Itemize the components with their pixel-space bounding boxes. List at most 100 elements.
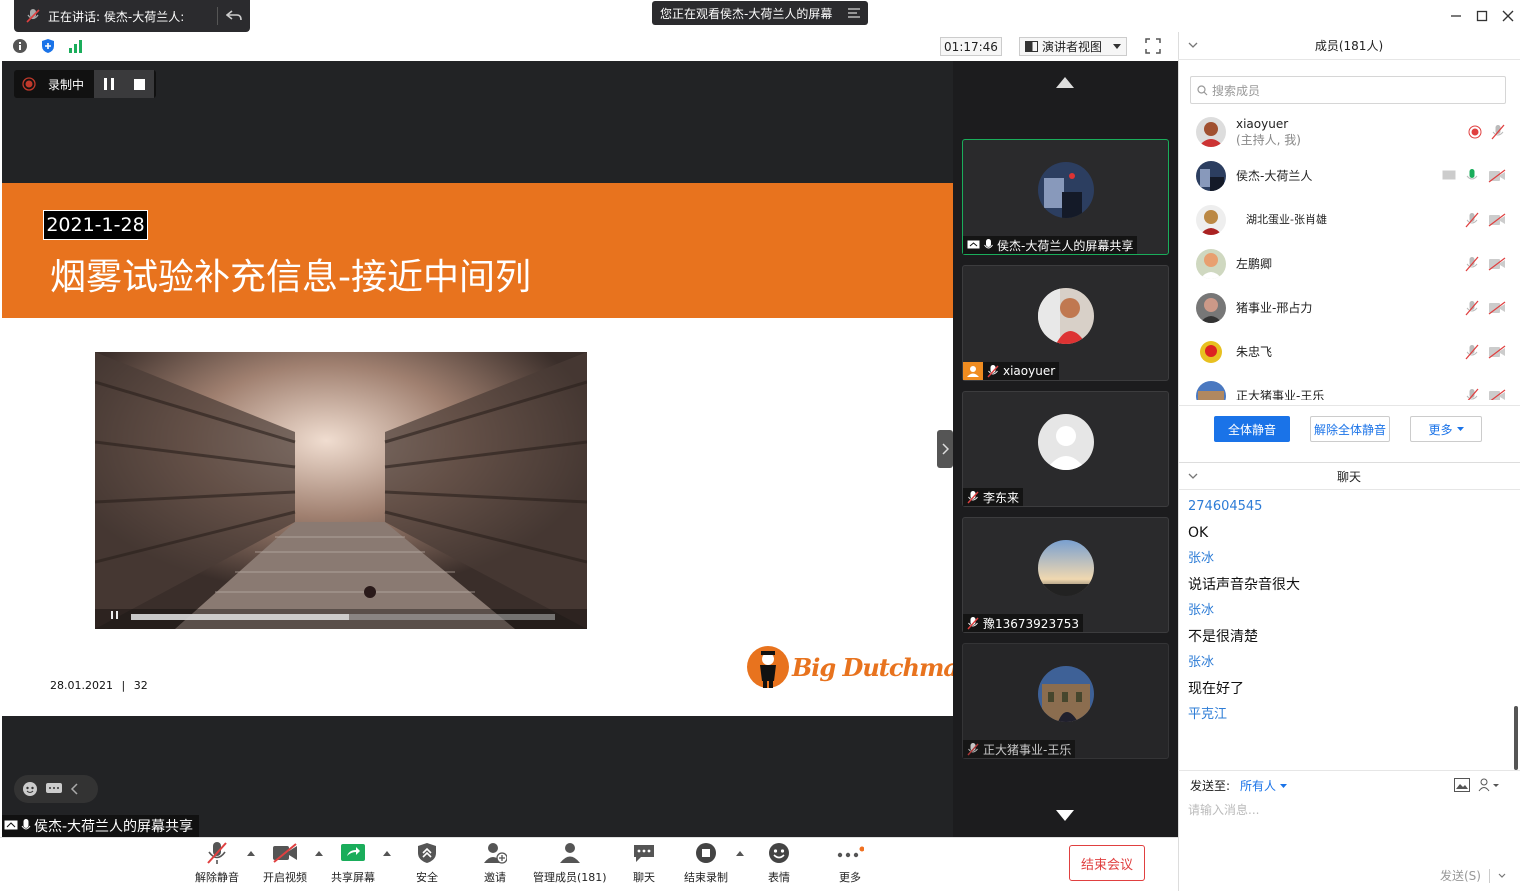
mute-all-button[interactable]: 全体静音: [1214, 416, 1290, 442]
back-arrow-icon[interactable]: [226, 9, 242, 23]
end-meeting-button[interactable]: 结束会议: [1069, 845, 1145, 881]
chat-scrollbar[interactable]: [1514, 706, 1518, 770]
screen-share-icon: [1442, 170, 1456, 182]
tile-label: 侯杰-大荷兰人的屏幕共享: [963, 236, 1138, 254]
unmute-all-button[interactable]: 解除全体静音: [1310, 416, 1390, 442]
chat-bubble-icon[interactable]: [46, 782, 62, 796]
chat-header: 聊天: [1178, 462, 1520, 490]
chevron-down-icon[interactable]: [1188, 42, 1198, 48]
gallery-tile[interactable]: 正大猪事业-王乐: [962, 643, 1169, 759]
file-share-icon[interactable]: [1478, 778, 1500, 792]
gallery-tile[interactable]: 豫13673923753: [962, 517, 1169, 633]
viewing-banner[interactable]: 您正在观看侯杰-大荷兰人的屏幕: [652, 1, 868, 25]
muted-mic-icon[interactable]: [1464, 256, 1480, 272]
stop-recording-toolbar-button[interactable]: 结束录制: [684, 841, 728, 885]
chat-sender[interactable]: 张冰: [1188, 650, 1508, 676]
caret-down-icon: [1113, 44, 1121, 49]
security-label: 安全: [416, 871, 438, 884]
member-item[interactable]: 正大猪事业-王乐: [1196, 376, 1512, 400]
avatar: [1196, 249, 1226, 279]
video-off-icon[interactable]: [1488, 301, 1506, 315]
member-item[interactable]: 湖北蛋业-张肖雄: [1196, 200, 1512, 240]
close-icon[interactable]: [1502, 10, 1514, 22]
share-screen-button[interactable]: 共享屏幕: [331, 841, 375, 885]
pause-recording-button[interactable]: [94, 70, 125, 98]
video-off-icon[interactable]: [1488, 389, 1506, 400]
image-icon[interactable]: [1454, 778, 1470, 792]
search-icon: [1197, 84, 1208, 96]
embedded-video[interactable]: [95, 352, 587, 629]
divider: [1488, 868, 1490, 883]
view-mode-select[interactable]: 演讲者视图: [1019, 37, 1127, 56]
gallery-tile[interactable]: xiaoyuer: [962, 265, 1169, 381]
video-off-icon[interactable]: [1488, 345, 1506, 359]
chevron-down-icon[interactable]: [1188, 473, 1198, 479]
muted-mic-icon[interactable]: [1464, 212, 1480, 228]
muted-mic-icon[interactable]: [1464, 388, 1480, 400]
tile-name: 豫13673923753: [983, 616, 1079, 631]
video-off-icon[interactable]: [1488, 213, 1506, 227]
chevron-down-icon[interactable]: [1498, 873, 1506, 878]
member-search-input[interactable]: 搜索成员: [1190, 76, 1506, 104]
caret-up-icon[interactable]: [247, 851, 255, 856]
avatar: [1038, 414, 1094, 470]
shield-icon[interactable]: [40, 38, 56, 54]
muted-mic-icon[interactable]: [1464, 344, 1480, 360]
video-off-icon[interactable]: [1488, 169, 1506, 183]
caret-up-icon[interactable]: [736, 851, 744, 856]
member-item[interactable]: 猪事业-邢占力: [1196, 288, 1512, 328]
send-button[interactable]: 发送(S): [1440, 867, 1506, 884]
chat-sender[interactable]: 张冰: [1188, 546, 1508, 572]
member-item[interactable]: 侯杰-大荷兰人: [1196, 156, 1512, 196]
maximize-icon[interactable]: [1476, 10, 1488, 22]
send-to-select[interactable]: 所有人: [1240, 777, 1288, 794]
invite-button[interactable]: 邀请: [483, 841, 507, 885]
unmute-button[interactable]: 解除静音: [195, 841, 239, 885]
muted-mic-icon[interactable]: [1490, 124, 1506, 140]
muted-mic-icon[interactable]: [1464, 300, 1480, 316]
gallery-tile[interactable]: 侯杰-大荷兰人的屏幕共享: [962, 139, 1169, 255]
chat-message: 现在好了: [1188, 681, 1244, 697]
big-dutchman-logo: Big Dutchman: [746, 643, 975, 691]
video-off-icon[interactable]: [1488, 257, 1506, 271]
chat-sender[interactable]: 张冰: [1188, 598, 1508, 624]
fullscreen-icon[interactable]: [1145, 38, 1161, 54]
view-options-icon[interactable]: [848, 8, 860, 18]
caret-up-icon[interactable]: [383, 851, 391, 856]
mic-icon[interactable]: [1464, 168, 1480, 184]
scroll-up-icon[interactable]: [1056, 77, 1074, 88]
chat-sender[interactable]: 274604545: [1188, 494, 1508, 520]
chevron-left-icon[interactable]: [70, 783, 78, 795]
member-name: 左鹏卿: [1236, 257, 1273, 271]
scroll-down-icon[interactable]: [1056, 810, 1074, 821]
muted-mic-icon: [26, 8, 40, 24]
avatar: [1038, 162, 1094, 218]
chat-button[interactable]: 聊天: [633, 841, 655, 885]
collapse-gallery-button[interactable]: [937, 430, 953, 468]
chat-message: 说话声音杂音很大: [1188, 577, 1300, 593]
more-options-button[interactable]: 更多: [1410, 416, 1482, 442]
chat-input[interactable]: 请输入消息...: [1188, 801, 1259, 818]
manage-participants-button[interactable]: 管理成员(181): [533, 841, 607, 885]
gallery-tile[interactable]: 李东来: [962, 391, 1169, 507]
caret-up-icon[interactable]: [315, 851, 323, 856]
video-off-icon: [272, 841, 298, 865]
speaking-label: 正在讲话: 侯杰-大荷兰人:: [48, 9, 185, 24]
signal-strength-icon[interactable]: [68, 38, 84, 54]
member-item[interactable]: 朱忠飞: [1196, 332, 1512, 372]
muted-mic-icon: [206, 841, 228, 865]
reactions-button[interactable]: 表情: [768, 841, 790, 885]
recording-icon: [1468, 125, 1482, 139]
annotate-icon[interactable]: [22, 781, 38, 797]
minimize-icon[interactable]: [1450, 10, 1462, 22]
info-icon[interactable]: [12, 38, 28, 54]
chat-sender[interactable]: 平克江: [1188, 702, 1508, 728]
member-item[interactable]: xiaoyuer (主持人, 我): [1196, 112, 1512, 152]
member-item[interactable]: 左鹏卿: [1196, 244, 1512, 284]
avatar: [1038, 288, 1094, 344]
security-button[interactable]: 安全: [416, 841, 438, 885]
more-button[interactable]: 更多: [836, 841, 864, 885]
stop-recording-button[interactable]: [124, 70, 155, 98]
start-video-button[interactable]: 开启视频: [263, 841, 307, 885]
screen-share-icon: [967, 240, 980, 251]
